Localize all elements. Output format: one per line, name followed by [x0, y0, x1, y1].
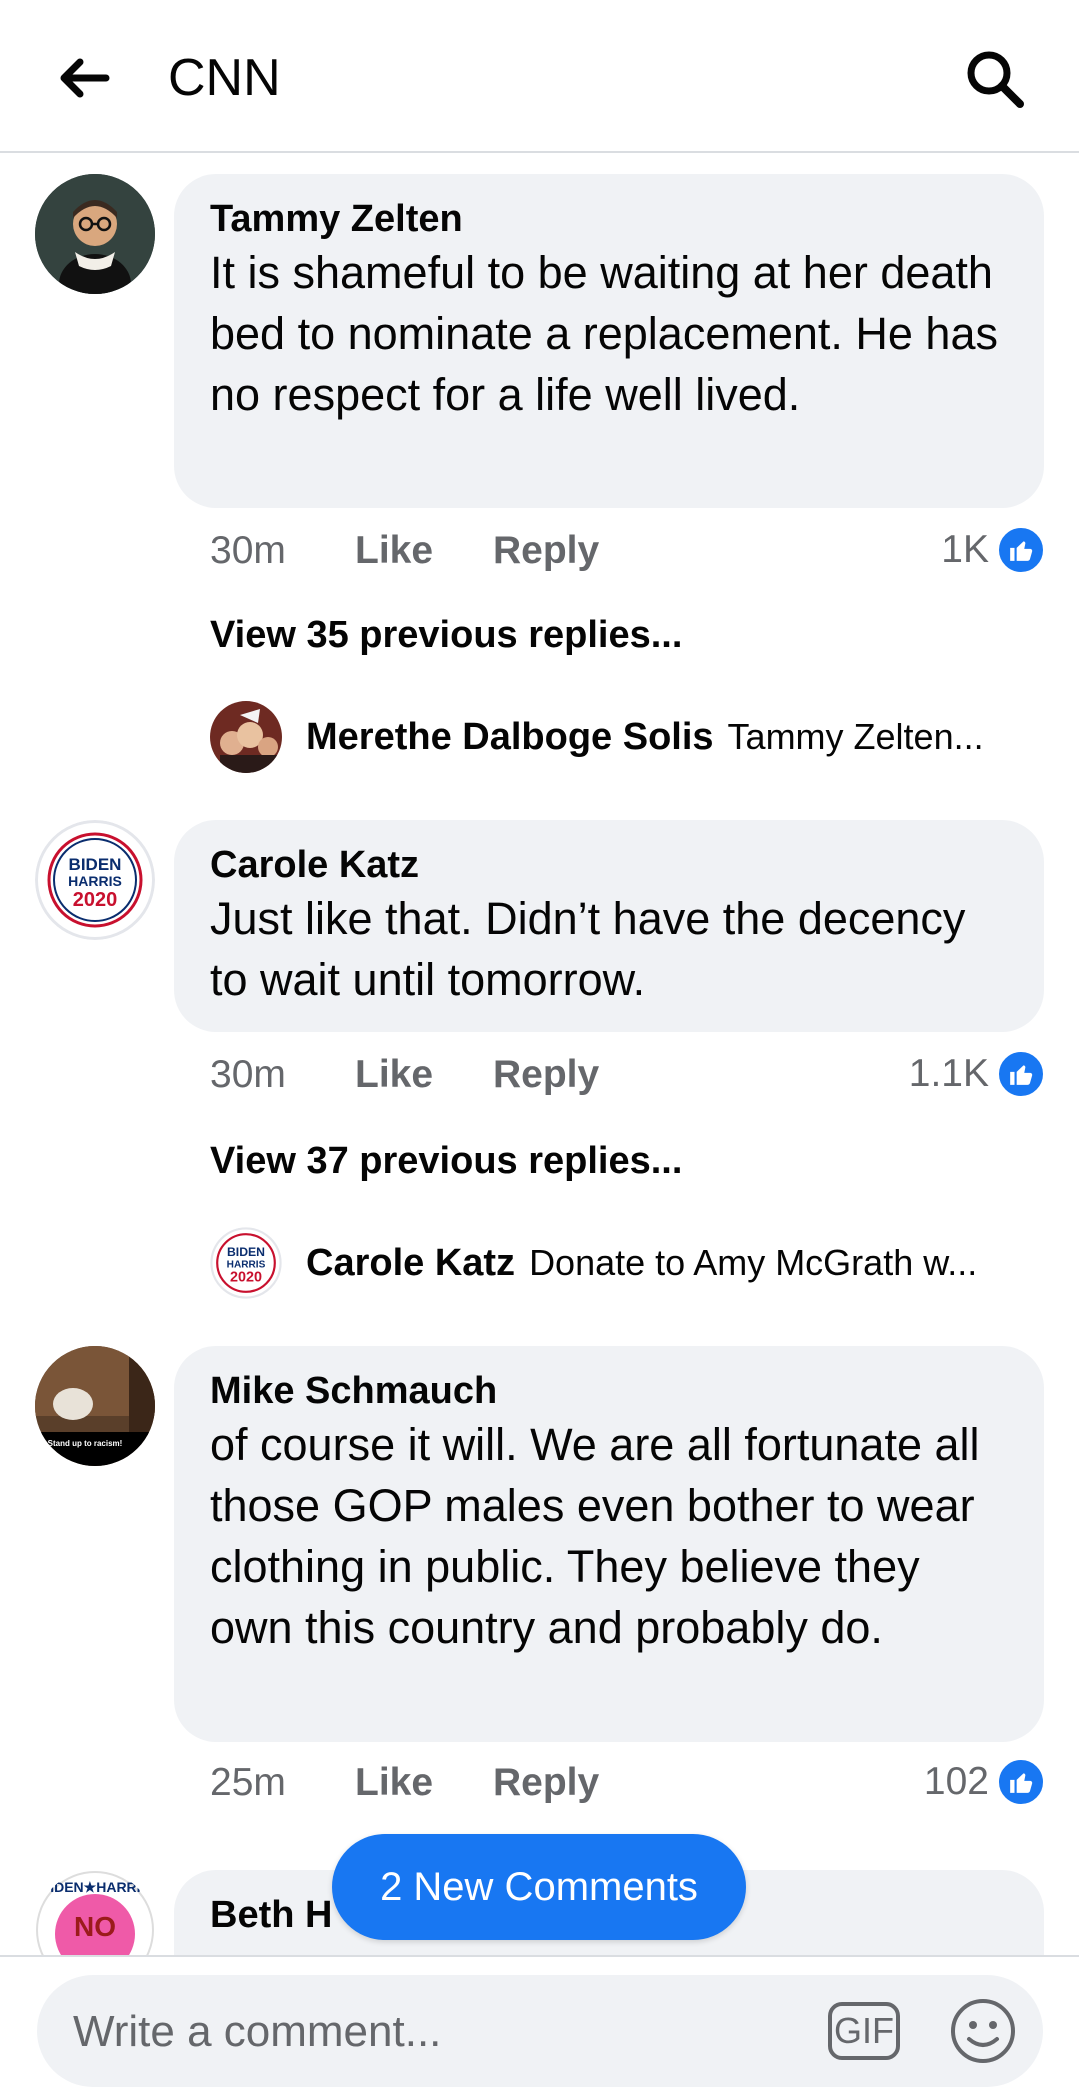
sticker-text-top: BIDEN★HARRIS — [40, 1879, 150, 1895]
thumbs-up-icon — [997, 1758, 1045, 1806]
comment-composer: Write a comment... GIF — [0, 1955, 1079, 2094]
reply-button[interactable]: Reply — [493, 529, 599, 573]
gif-button[interactable]: GIF — [828, 2002, 900, 2060]
new-comments-button[interactable]: 2 New Comments — [332, 1834, 746, 1940]
reply-button[interactable]: Reply — [493, 1053, 599, 1097]
comment-text: It is shameful to be waiting at her deat… — [210, 247, 998, 420]
reaction-count-text: 1K — [941, 528, 989, 571]
reply-button[interactable]: Reply — [493, 1761, 599, 1805]
comment-actions: 30m Like Reply — [210, 526, 599, 576]
avatar-caption: Stand up to racism! — [48, 1439, 123, 1448]
comment-bubble[interactable]: Tammy Zelten It is shameful to be waitin… — [174, 174, 1044, 508]
comment-time: 30m — [210, 529, 286, 572]
view-previous-replies-link[interactable]: View 35 previous replies... — [210, 614, 682, 657]
avatar[interactable] — [35, 174, 155, 294]
logo-text-2020: 2020 — [73, 889, 118, 911]
reaction-count[interactable]: 1K — [941, 524, 1045, 576]
logo-text-biden: BIDEN — [227, 1245, 265, 1259]
comment-bubble[interactable]: Carole Katz Just like that. Didn’t have … — [174, 820, 1044, 1032]
reply-author[interactable]: Carole Katz — [306, 1242, 515, 1285]
comment-input[interactable]: Write a comment... GIF — [37, 1975, 1043, 2087]
reaction-count[interactable]: 1.1K — [909, 1048, 1045, 1100]
biden-harris-logo: BIDEN HARRIS 2020 — [35, 820, 155, 940]
thumbs-up-icon — [997, 526, 1045, 574]
reply-author[interactable]: Merethe Dalboge Solis — [306, 716, 714, 759]
thumbs-up-icon — [997, 1050, 1045, 1098]
avatar[interactable]: BIDEN HARRIS 2020 — [35, 820, 155, 940]
like-button[interactable]: Like — [355, 1053, 493, 1097]
reply-text: Tammy Zelten... — [727, 716, 984, 757]
comment-bubble[interactable]: Mike Schmauch of course it will. We are … — [174, 1346, 1044, 1742]
comment-text: Just like that. Didn’t have the decency … — [210, 893, 966, 1005]
reaction-count[interactable]: 102 — [924, 1756, 1045, 1808]
comment-author[interactable]: Tammy Zelten — [210, 196, 1008, 242]
comment-author[interactable]: Carole Katz — [210, 842, 1008, 888]
reply-preview[interactable]: BIDEN HARRIS 2020 Carole Katz Donate to … — [210, 1226, 977, 1300]
comment-placeholder: Write a comment... — [73, 2007, 442, 2056]
logo-text-harris: HARRIS — [227, 1259, 266, 1270]
logo-text-biden: BIDEN — [69, 855, 122, 874]
back-arrow-icon[interactable] — [52, 50, 116, 106]
reply-preview[interactable]: Merethe Dalboge Solis Tammy Zelten... — [210, 700, 984, 774]
comment-time: 25m — [210, 1761, 286, 1804]
emoji-icon[interactable] — [949, 1997, 1017, 2065]
reaction-count-text: 102 — [923, 1760, 989, 1803]
comment-time: 30m — [210, 1053, 286, 1096]
view-previous-replies-link[interactable]: View 37 previous replies... — [210, 1140, 682, 1183]
sticker-text-mid: NO — [74, 1911, 116, 1942]
search-icon[interactable] — [960, 46, 1030, 112]
top-bar: CNN — [0, 0, 1079, 153]
like-button[interactable]: Like — [355, 1761, 493, 1805]
comment-actions: 25m Like Reply — [210, 1758, 599, 1808]
reply-avatar[interactable] — [210, 701, 282, 773]
comment-author[interactable]: Mike Schmauch — [210, 1368, 1008, 1414]
logo-text-2020: 2020 — [230, 1270, 262, 1286]
reaction-count-text: 1.1K — [908, 1052, 989, 1095]
logo-text-harris: HARRIS — [68, 873, 122, 889]
avatar[interactable]: Stand up to racism! — [35, 1346, 155, 1466]
like-button[interactable]: Like — [355, 529, 493, 573]
comment-actions: 30m Like Reply — [210, 1050, 599, 1100]
page-title: CNN — [168, 49, 281, 107]
reply-avatar[interactable]: BIDEN HARRIS 2020 — [210, 1227, 282, 1299]
avatar[interactable]: BIDEN★HARRIS NO — [35, 1870, 155, 1955]
reply-text: Donate to Amy McGrath w... — [529, 1242, 978, 1283]
comment-text: of course it will. We are all fortunate … — [210, 1419, 980, 1653]
